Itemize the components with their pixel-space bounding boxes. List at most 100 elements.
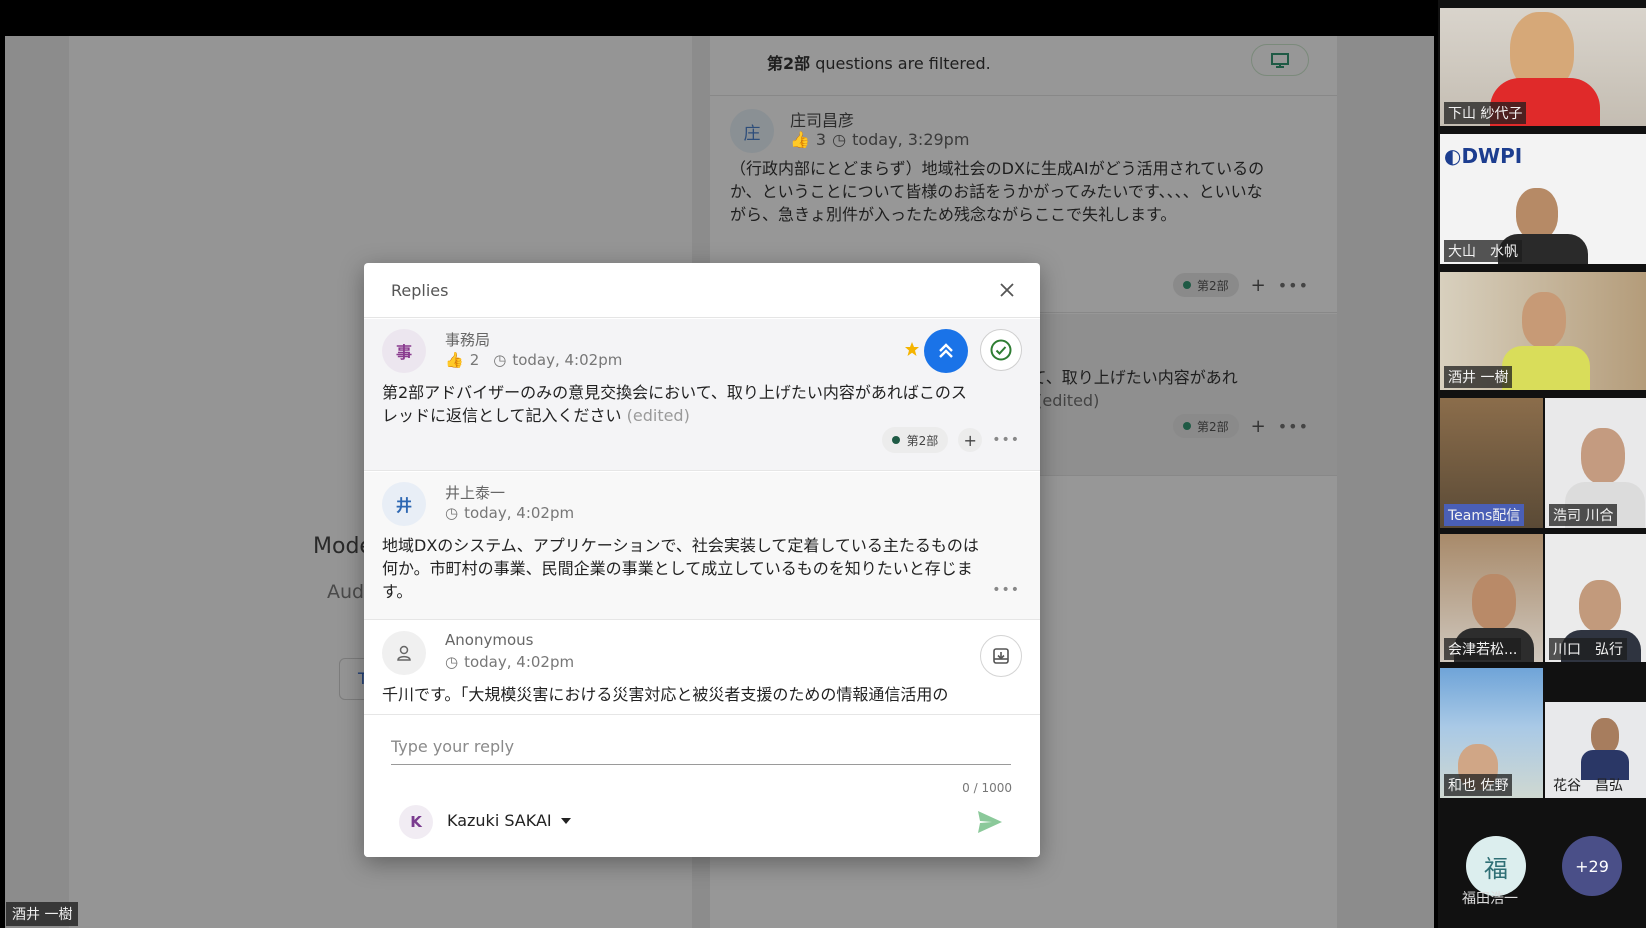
question-actions: 第2部 + ••• bbox=[1172, 414, 1309, 438]
clock-icon: ◷ bbox=[832, 130, 847, 149]
participant-name: 福田浩一 bbox=[1462, 891, 1518, 907]
reply-author: Anonymous bbox=[445, 631, 534, 649]
tag-dot bbox=[1182, 281, 1191, 289]
tag-chip[interactable]: 第2部 bbox=[1172, 273, 1239, 297]
character-count: 0 / 1000 bbox=[962, 781, 1012, 795]
add-tag-icon[interactable]: + bbox=[1251, 416, 1266, 437]
question-meta: 👍 3 ◷ today, 3:29pm bbox=[790, 130, 969, 149]
archive-button[interactable] bbox=[980, 635, 1022, 677]
star-icon[interactable] bbox=[904, 341, 920, 357]
meeting-window: Moderati Audience questions a visible t … bbox=[0, 0, 1646, 928]
tag-label: 第2部 bbox=[1196, 278, 1229, 293]
like-count: 2 bbox=[469, 351, 480, 369]
participant-name: 川口 弘行 bbox=[1549, 638, 1627, 660]
reply-author: 井上泰一 bbox=[445, 484, 506, 502]
reply-body: 地域DXのシステム、アプリケーションで、社会実装して定着している主たるものは何か… bbox=[382, 536, 979, 601]
avatar: 庄 bbox=[730, 109, 774, 153]
send-icon[interactable] bbox=[976, 809, 1004, 835]
approve-button[interactable] bbox=[980, 329, 1022, 371]
thumbs-up-icon: 👍 bbox=[790, 130, 810, 149]
tag-chip[interactable]: 第2部 bbox=[1172, 414, 1239, 438]
anonymous-user-icon bbox=[397, 645, 411, 661]
reply-actions: 第2部 + ••• bbox=[881, 427, 1020, 453]
upvote-button[interactable] bbox=[924, 329, 968, 373]
participant-video-body bbox=[1502, 346, 1590, 390]
participant-tile[interactable]: 花谷 昌弘 bbox=[1545, 702, 1646, 798]
reply-time: today, 4:02pm bbox=[464, 504, 575, 522]
presenter-name-tag: 酒井 一樹 bbox=[6, 902, 79, 926]
replies-list[interactable]: 事 事務局 👍 2 ◷ today, 4:02pm 第2部アドバイザーのみの意見… bbox=[364, 319, 1040, 715]
user-name: Kazuki SAKAI bbox=[447, 811, 552, 830]
tag-label: 第2部 bbox=[906, 433, 939, 448]
reply-body: 千川です。「大規模災害における災害対応と被災者支援のための情報通信活用の bbox=[382, 685, 949, 704]
participant-name: 和也 佐野 bbox=[1444, 774, 1513, 796]
archive-icon bbox=[993, 648, 1009, 664]
participant-name: 大山 水帆 bbox=[1444, 240, 1522, 262]
avatar[interactable]: 福 bbox=[1466, 836, 1526, 896]
present-icon bbox=[1271, 53, 1289, 68]
avatar: K bbox=[399, 805, 433, 839]
tag-dot bbox=[891, 436, 900, 444]
present-mode-button[interactable] bbox=[1251, 44, 1309, 76]
filter-tag: 第2部 bbox=[767, 54, 811, 73]
filter-bar: 第2部 questions are filtered. bbox=[710, 36, 1337, 96]
reply-author: 事務局 bbox=[445, 331, 491, 349]
participant-video bbox=[1579, 580, 1621, 632]
dialog-title: Replies bbox=[391, 281, 449, 300]
add-tag-button[interactable]: + bbox=[958, 428, 983, 452]
logo-circle-icon: ◐ bbox=[1444, 144, 1462, 168]
avatar bbox=[382, 631, 426, 675]
question-body: いて、取り上げたい内容があれ い (edited) bbox=[1015, 366, 1335, 412]
clock-icon: ◷ bbox=[493, 351, 507, 369]
avatar: 事 bbox=[382, 329, 426, 373]
participant-tile[interactable]: 浩司 川合 bbox=[1545, 398, 1646, 528]
close-icon[interactable] bbox=[996, 279, 1018, 301]
more-icon[interactable]: ••• bbox=[992, 582, 1020, 598]
participant-video bbox=[1522, 292, 1566, 348]
caret-down-icon bbox=[560, 817, 571, 824]
more-icon[interactable]: ••• bbox=[1278, 417, 1309, 436]
participant-tile[interactable]: 川口 弘行 bbox=[1545, 534, 1646, 662]
reply-body: 第2部アドバイザーのみの意見交換会において、取り上げたい内容があればこのスレッド… bbox=[382, 381, 982, 427]
more-icon[interactable]: ••• bbox=[992, 432, 1020, 448]
edited-label: (edited) bbox=[626, 406, 690, 425]
participant-tile[interactable]: Teams配信 bbox=[1440, 398, 1543, 528]
participant-video bbox=[1472, 574, 1516, 630]
replies-dialog: Replies 事 事務局 👍 2 ◷ today, 4:02pm 第2部アドバ… bbox=[364, 263, 1040, 857]
participant-tile[interactable]: ◐DWPI 大山 水帆 bbox=[1440, 134, 1646, 264]
like-count: 3 bbox=[815, 130, 827, 149]
tag-dot bbox=[1182, 422, 1191, 430]
reply-input[interactable] bbox=[391, 729, 1011, 765]
participant-name: 会津若松... bbox=[1444, 638, 1522, 660]
double-chevron-up-icon bbox=[939, 343, 953, 358]
reply-item[interactable]: Anonymous ◷ today, 4:02pm 千川です。「大規模災害におけ… bbox=[364, 621, 1040, 715]
participant-name: 下山 紗代子 bbox=[1444, 102, 1527, 124]
participant-tile[interactable]: 酒井 一樹 bbox=[1440, 272, 1646, 390]
participant-video bbox=[1516, 188, 1558, 240]
add-tag-icon[interactable]: + bbox=[1251, 275, 1266, 296]
tag-chip[interactable]: 第2部 bbox=[881, 427, 949, 453]
participant-name: 酒井 一樹 bbox=[1444, 366, 1513, 388]
clock-icon: ◷ bbox=[445, 504, 459, 522]
reply-meta: ◷ today, 4:02pm bbox=[445, 653, 574, 671]
clock-icon: ◷ bbox=[445, 653, 459, 671]
reply-item[interactable]: 事 事務局 👍 2 ◷ today, 4:02pm 第2部アドバイザーのみの意見… bbox=[364, 319, 1040, 471]
question-time: today, 3:29pm bbox=[852, 130, 970, 149]
participant-name: 花谷 昌弘 bbox=[1553, 778, 1623, 794]
participant-video bbox=[1581, 428, 1625, 484]
question-author: 庄司昌彦 bbox=[790, 111, 855, 130]
edited-label: (edited) bbox=[1036, 391, 1100, 410]
filter-status-text: questions are filtered. bbox=[815, 54, 991, 73]
participant-tile[interactable]: 和也 佐野 bbox=[1440, 668, 1543, 798]
tag-label: 第2部 bbox=[1196, 419, 1229, 434]
more-participants-button[interactable]: +29 bbox=[1562, 836, 1622, 896]
user-select[interactable]: Kazuki SAKAI bbox=[447, 811, 572, 830]
participant-tile[interactable]: 会津若松... bbox=[1440, 534, 1543, 662]
more-icon[interactable]: ••• bbox=[1278, 276, 1309, 295]
participant-tile[interactable]: 下山 紗代子 bbox=[1440, 8, 1646, 126]
reply-actions: ••• bbox=[992, 582, 1020, 598]
participant-name: 浩司 川合 bbox=[1549, 504, 1618, 526]
dwpi-logo: ◐DWPI bbox=[1444, 144, 1522, 168]
reply-time: today, 4:02pm bbox=[464, 653, 575, 671]
reply-item[interactable]: 井 井上泰一 ◷ today, 4:02pm 地域DXのシステム、アプリケーショ… bbox=[364, 472, 1040, 620]
